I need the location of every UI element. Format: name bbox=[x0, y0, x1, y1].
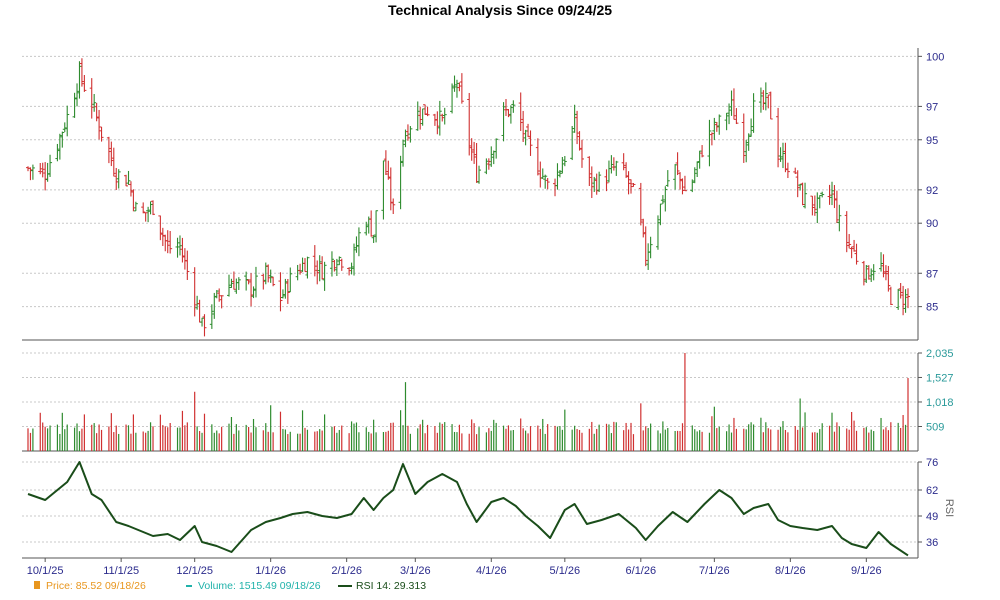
volume-y-tick-label: 1,018 bbox=[926, 397, 954, 409]
rsi-y-tick-label: 36 bbox=[926, 537, 938, 549]
price-panel: 100 97 95 92 90 87 85 bbox=[22, 48, 944, 341]
price-legend-label: Price: 85.52 09/18/26 bbox=[46, 580, 146, 592]
rsi-legend-label: RSI 14: 29.313 bbox=[356, 580, 427, 592]
price-y-tick-label: 85 bbox=[926, 302, 938, 314]
volume-y-tick-label: 2,035 bbox=[926, 348, 954, 360]
price-y-tick-label: 92 bbox=[926, 185, 938, 197]
x-tick-label: 5/1/26 bbox=[550, 565, 581, 577]
volume-panel: 2,035 1,527 1,018 509 bbox=[22, 348, 954, 452]
rsi-panel: 76 62 49 36 bbox=[22, 457, 938, 559]
volume-y-tick-label: 1,527 bbox=[926, 372, 954, 384]
x-tick-label: 6/1/26 bbox=[626, 565, 657, 577]
price-y-tick-label: 100 bbox=[926, 51, 944, 63]
x-tick-label: 12/1/25 bbox=[176, 565, 213, 577]
rsi-y-tick-label: 62 bbox=[926, 485, 938, 497]
legend-price: Price: 85.52 09/18/26 bbox=[34, 580, 146, 592]
rsi-legend-marker bbox=[338, 585, 352, 588]
price-y-tick-label: 97 bbox=[926, 101, 938, 113]
x-tick-label: 8/1/26 bbox=[775, 565, 806, 577]
volume-y-tick-label: 509 bbox=[926, 421, 944, 433]
legend-rsi: RSI 14: 29.313 bbox=[338, 580, 426, 592]
price-y-tick-label: 87 bbox=[926, 268, 938, 280]
x-tick-label: 10/1/25 bbox=[27, 565, 64, 577]
price-y-tick-label: 90 bbox=[926, 218, 938, 230]
x-tick-label: 1/1/26 bbox=[255, 565, 286, 577]
volume-legend-marker bbox=[186, 585, 192, 588]
rsi-axis-label: RSI bbox=[943, 499, 955, 517]
rsi-line bbox=[27, 461, 909, 557]
x-tick-label: 7/1/26 bbox=[699, 565, 730, 577]
price-y-tick-label: 95 bbox=[926, 135, 938, 147]
x-tick-label: 2/1/26 bbox=[331, 565, 362, 577]
x-tick-label: 4/1/26 bbox=[476, 565, 507, 577]
x-tick-label: 9/1/26 bbox=[851, 565, 882, 577]
x-tick-label: 11/1/25 bbox=[103, 565, 139, 577]
legend-volume: Volume: 1515.49 09/18/26 bbox=[186, 580, 321, 592]
x-tick-label: 3/1/26 bbox=[400, 565, 431, 577]
volume-legend-label: Volume: 1515.49 09/18/26 bbox=[198, 580, 321, 592]
price-legend-marker bbox=[34, 581, 40, 589]
stock-chart: 100 97 95 92 90 87 85 2,035 1,527 1,018 509 76 62 4… bbox=[22, 48, 955, 577]
x-axis: 10/1/25 11/1/25 12/1/25 1/1/26 2/1/26 3/1/26 4… bbox=[27, 558, 882, 577]
rsi-y-tick-label: 76 bbox=[926, 457, 938, 469]
rsi-y-tick-label: 49 bbox=[926, 511, 938, 523]
